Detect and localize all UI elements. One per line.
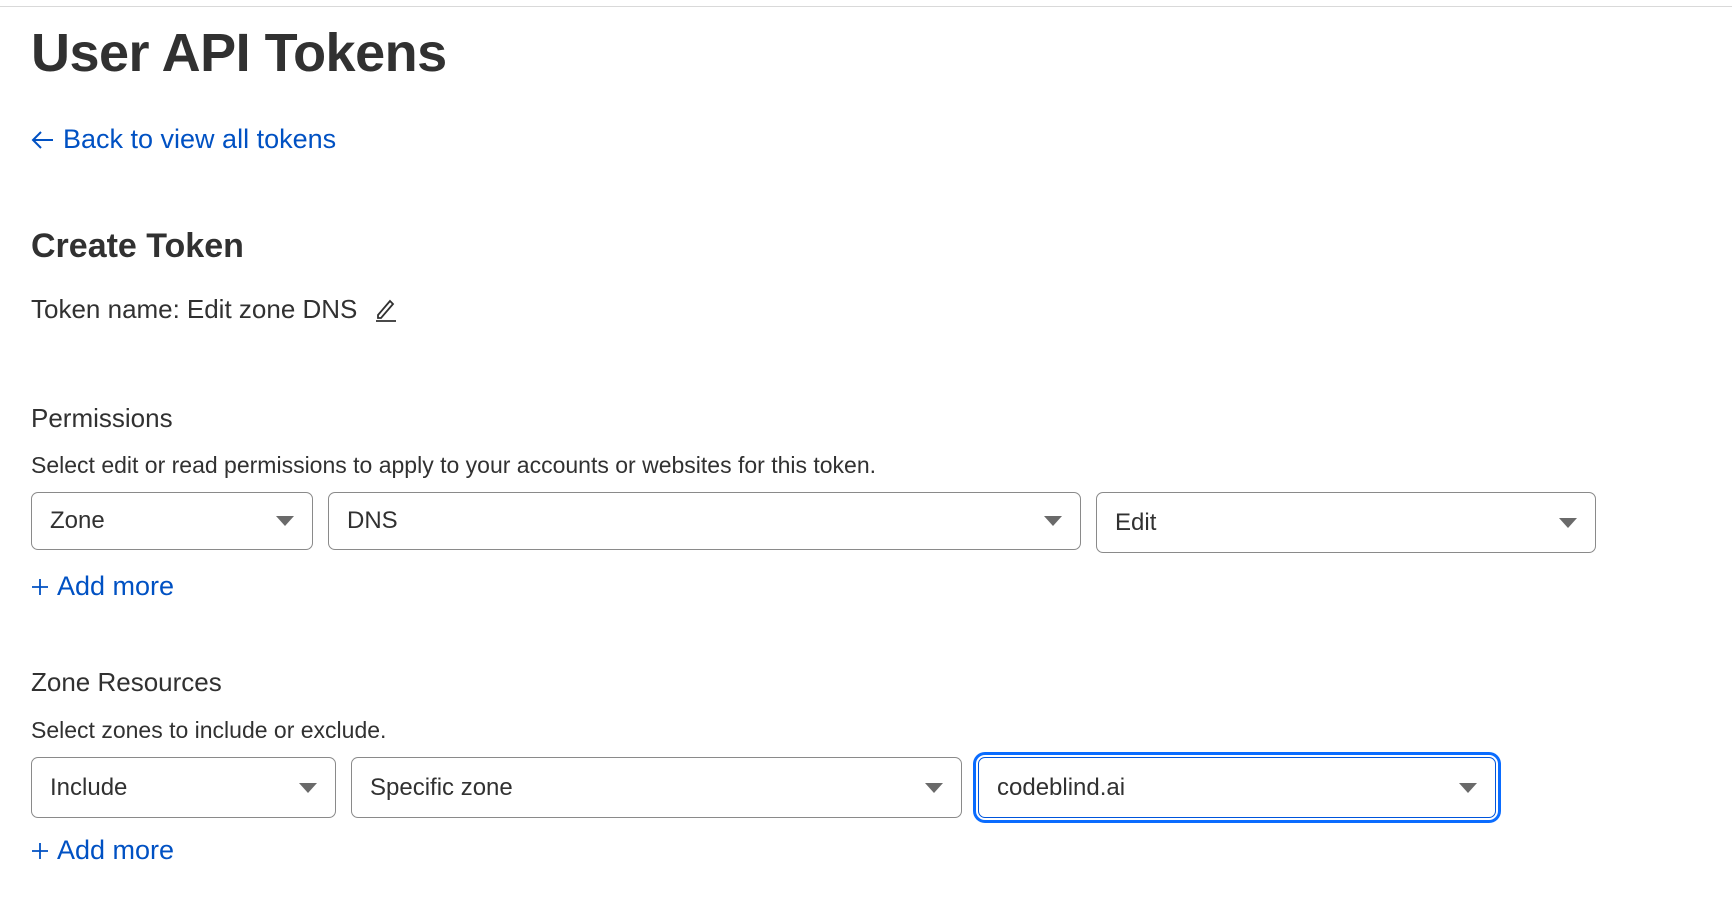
permission-scope-select[interactable]: Zone bbox=[31, 492, 313, 550]
page-title: User API Tokens bbox=[31, 23, 447, 83]
arrow-left-icon bbox=[31, 130, 53, 149]
permissions-description: Select edit or read permissions to apply… bbox=[31, 452, 877, 478]
create-token-heading: Create Token bbox=[31, 227, 244, 265]
select-value: Specific zone bbox=[370, 773, 513, 801]
pencil-edit-icon[interactable] bbox=[374, 297, 398, 323]
permission-level-select[interactable]: Edit bbox=[1096, 492, 1596, 553]
caret-down-icon bbox=[925, 782, 943, 793]
back-to-tokens-link[interactable]: Back to view all tokens bbox=[31, 124, 336, 155]
token-name-label: Token name: bbox=[31, 294, 180, 324]
select-value: codeblind.ai bbox=[997, 773, 1126, 801]
caret-down-icon bbox=[276, 516, 294, 526]
zone-name-select[interactable]: codeblind.ai bbox=[978, 757, 1496, 818]
select-value: DNS bbox=[347, 507, 398, 534]
top-divider bbox=[0, 6, 1732, 7]
back-link-label: Back to view all tokens bbox=[63, 124, 337, 154]
zone-resources-heading: Zone Resources bbox=[31, 667, 222, 697]
select-value: Zone bbox=[50, 507, 105, 534]
add-more-permissions-button[interactable]: Add more bbox=[31, 571, 174, 602]
caret-down-icon bbox=[1459, 782, 1477, 793]
add-more-label: Add more bbox=[57, 571, 175, 601]
caret-down-icon bbox=[1559, 517, 1577, 528]
plus-icon bbox=[32, 578, 48, 595]
add-more-zones-button[interactable]: Add more bbox=[31, 835, 174, 866]
select-value: Edit bbox=[1115, 508, 1157, 536]
plus-icon bbox=[32, 842, 48, 859]
caret-down-icon bbox=[1044, 516, 1062, 526]
select-value: Include bbox=[50, 773, 128, 801]
token-name-row: Token name: Edit zone DNS bbox=[31, 294, 398, 325]
add-more-label: Add more bbox=[57, 835, 175, 865]
permission-resource-select[interactable]: DNS bbox=[328, 492, 1081, 550]
caret-down-icon bbox=[299, 782, 317, 793]
zone-scope-select[interactable]: Specific zone bbox=[351, 757, 962, 818]
token-name-value: Edit zone DNS bbox=[186, 294, 358, 324]
permissions-heading: Permissions bbox=[31, 403, 173, 433]
zone-include-select[interactable]: Include bbox=[31, 757, 336, 818]
zone-resources-description: Select zones to include or exclude. bbox=[31, 717, 387, 743]
